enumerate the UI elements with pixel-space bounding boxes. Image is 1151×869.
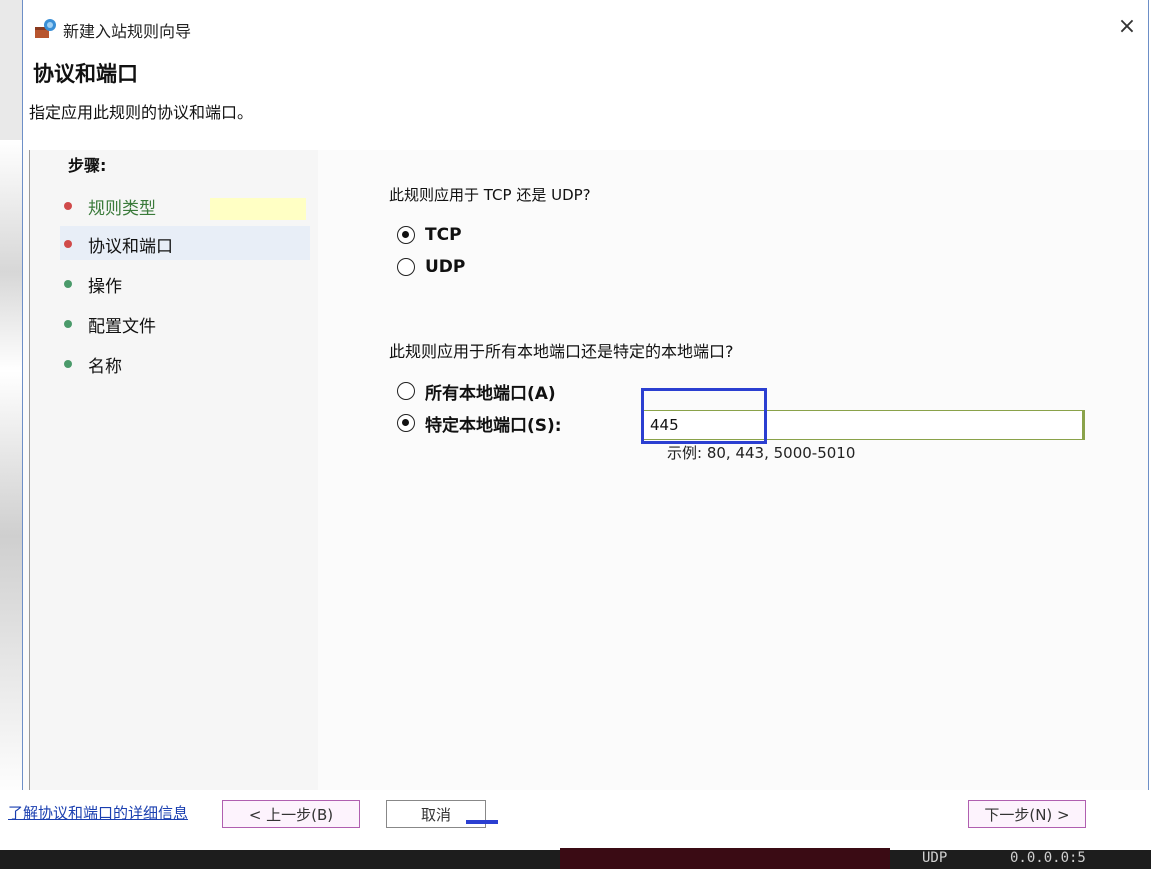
step-profile[interactable]: 配置文件 [60, 306, 310, 340]
radio-unselected-icon [397, 382, 415, 400]
step-label: 操作 [88, 277, 122, 297]
port-example: 示例: 80, 443, 5000-5010 [667, 444, 856, 462]
focus-underline [466, 820, 498, 824]
step-status-icon [64, 360, 72, 368]
close-icon: × [1117, 14, 1137, 39]
radio-selected-icon [397, 226, 415, 244]
radio-unselected-icon [397, 258, 415, 276]
main-panel: 此规则应用于 TCP 还是 UDP? TCP UDP 此规则应用于所有本地端口还… [345, 150, 1145, 790]
window-title: 新建入站规则向导 [63, 22, 192, 41]
taskbar-highlight [560, 848, 890, 869]
background-window-strip [0, 140, 22, 800]
step-status-icon [64, 320, 72, 328]
step-status-icon [64, 240, 72, 248]
title-bar: 新建入站规则向导 × [23, 0, 1148, 58]
radio-specific-ports[interactable]: 特定本地端口(S): [397, 410, 562, 436]
firewall-icon [35, 19, 56, 38]
page-title: 协议和端口 [33, 62, 138, 86]
close-button[interactable]: × [1112, 12, 1142, 42]
step-label: 名称 [88, 357, 122, 377]
radio-label: TCP [425, 225, 462, 245]
radio-label: 特定本地端口(S): [425, 415, 562, 436]
radio-label: UDP [425, 257, 466, 277]
step-label: 配置文件 [88, 317, 156, 337]
step-status-icon [64, 280, 72, 288]
steps-title: 步骤: [68, 156, 107, 175]
step-label: 规则类型 [88, 199, 156, 219]
page-subtitle: 指定应用此规则的协议和端口。 [29, 103, 254, 122]
step-status-icon [64, 202, 72, 210]
radio-selected-icon [397, 414, 415, 432]
wizard-body: 步骤: 规则类型 协议和端口 操作 配置文件 名称 此规则应用于 TCP 还是 … [23, 150, 1148, 790]
step-rule-type[interactable]: 规则类型 [60, 188, 310, 222]
taskbar-protocol: UDP [922, 850, 948, 866]
steps-panel: 步骤: 规则类型 协议和端口 操作 配置文件 名称 [29, 150, 318, 790]
radio-label: 所有本地端口(A) [425, 383, 556, 404]
wizard-window: 新建入站规则向导 × 协议和端口 指定应用此规则的协议和端口。 步骤: 规则类型… [22, 0, 1149, 860]
port-question: 此规则应用于所有本地端口还是特定的本地端口? [389, 342, 734, 361]
step-action[interactable]: 操作 [60, 266, 310, 300]
radio-udp[interactable]: UDP [397, 254, 465, 280]
radio-tcp[interactable]: TCP [397, 222, 462, 248]
radio-all-ports[interactable]: 所有本地端口(A) [397, 378, 556, 404]
step-label: 协议和端口 [88, 237, 173, 257]
step-protocol-ports[interactable]: 协议和端口 [60, 226, 310, 260]
protocol-question: 此规则应用于 TCP 还是 UDP? [389, 186, 591, 204]
port-input[interactable] [641, 410, 1085, 440]
back-button[interactable]: < 上一步(B) [222, 800, 360, 828]
step-name[interactable]: 名称 [60, 346, 310, 380]
next-button[interactable]: 下一步(N) > [968, 800, 1086, 828]
taskbar-address: 0.0.0.0:5 [1010, 850, 1086, 866]
help-link[interactable]: 了解协议和端口的详细信息 [8, 802, 188, 823]
